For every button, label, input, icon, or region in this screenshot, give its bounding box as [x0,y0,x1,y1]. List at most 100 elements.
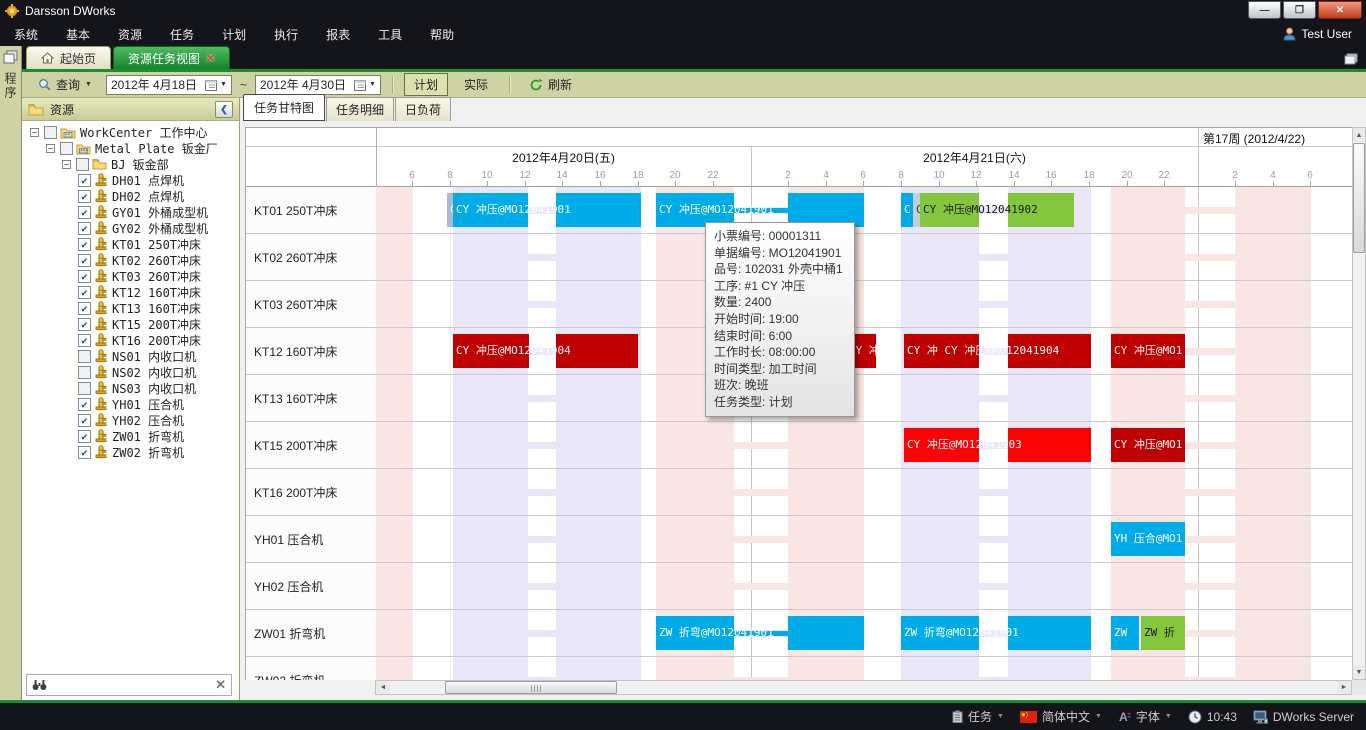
scroll-down-arrow[interactable]: ▼ [1353,665,1365,679]
menu-item-执行[interactable]: 执行 [260,22,312,46]
refresh-button[interactable]: 刷新 [521,73,580,96]
gantt-task-bar[interactable]: CY 冲压@MO1 [1111,334,1185,368]
vertical-scroll-thumb[interactable] [1353,143,1365,253]
tree-checkbox[interactable] [44,126,57,139]
tree-checkbox[interactable]: ✔ [78,286,91,299]
gantt-task-bar[interactable]: ZW 折弯@MO12041901 [656,616,864,650]
tree-checkbox[interactable]: ✔ [78,270,91,283]
query-button[interactable]: 查询 ▼ [30,73,100,96]
minimize-button[interactable]: — [1248,1,1281,19]
gantt-task-bar[interactable]: C [901,193,913,227]
gantt-task-bar[interactable]: ZW [1111,616,1139,650]
scroll-right-arrow[interactable]: ► [1337,681,1351,694]
gantt-task-bar[interactable]: ZW 折 [1141,616,1185,650]
horizontal-scroll-thumb[interactable] [445,681,617,694]
tree-item-YH01[interactable]: ✔YH01 压合机 [22,396,239,412]
tree-item-KT12[interactable]: ✔KT12 160T冲床 [22,284,239,300]
gantt-task-bar[interactable]: CY 冲压@MO1 [1111,428,1185,462]
tree-item-BJ[interactable]: −BJ 钣金部 [22,156,239,172]
date-from-field[interactable]: 2012年 4月18日 ▼ [106,75,232,95]
tab-起始页[interactable]: 起始页 [26,46,111,69]
tree-item-ZW02[interactable]: ✔ZW02 折弯机 [22,444,239,460]
tree-checkbox[interactable]: ✔ [78,414,91,427]
close-button[interactable]: ✕ [1318,1,1362,19]
tree-item-KT01[interactable]: ✔KT01 250T冲床 [22,236,239,252]
tree-checkbox[interactable] [78,382,91,395]
restore-button[interactable]: ❐ [1283,1,1316,19]
status-简体中文[interactable]: 简体中文▼ [1020,708,1102,725]
tree-checkbox[interactable]: ✔ [78,334,91,347]
program-side-strip[interactable]: 程序 [0,46,22,700]
menu-item-资源[interactable]: 资源 [104,22,156,46]
actual-toggle[interactable]: 实际 [454,73,498,96]
close-filter-icon[interactable]: ✕ [215,677,226,693]
chevron-down-icon[interactable]: ▼ [997,713,1004,720]
tree-filter-bar[interactable]: ✕ [26,674,232,696]
tree-item-GY02[interactable]: ✔GY02 外桶成型机 [22,220,239,236]
vertical-scrollbar[interactable]: ▲ ▼ [1352,127,1366,680]
menu-item-帮助[interactable]: 帮助 [416,22,468,46]
tree-checkbox[interactable]: ✔ [78,318,91,331]
gantt-task-bar[interactable]: C [913,193,920,227]
view-tab-任务明细[interactable]: 任务明细 [326,97,394,121]
scroll-left-arrow[interactable]: ◄ [376,681,390,694]
tree-checkbox[interactable]: ✔ [78,238,91,251]
gantt-task-bar[interactable]: YH 压合@MO1 [1111,522,1185,556]
tree-item-KT03[interactable]: ✔KT03 260T冲床 [22,268,239,284]
tree-checkbox[interactable] [78,366,91,379]
tree-item-ZW01[interactable]: ✔ZW01 折弯机 [22,428,239,444]
tree-checkbox[interactable]: ✔ [78,430,91,443]
tree-checkbox[interactable]: ✔ [78,190,91,203]
tree-item-NS03[interactable]: NS03 内收口机 [22,380,239,396]
tree-item-KT02[interactable]: ✔KT02 260T冲床 [22,252,239,268]
tree-checkbox[interactable]: ✔ [78,222,91,235]
menu-item-基本[interactable]: 基本 [52,22,104,46]
tab-资源任务视图[interactable]: 资源任务视图✕ [113,46,230,69]
menu-item-任务[interactable]: 任务 [156,22,208,46]
tree-checkbox[interactable] [60,142,73,155]
status-任务[interactable]: 任务▼ [952,708,1004,725]
tree-expander-icon[interactable]: − [62,160,71,169]
tree-checkbox[interactable] [78,350,91,363]
plan-toggle[interactable]: 计划 [404,73,448,96]
tree-checkbox[interactable]: ✔ [78,398,91,411]
tree-item-DH02[interactable]: ✔DH02 点焊机 [22,188,239,204]
close-tab-icon[interactable]: ✕ [206,52,215,65]
tree-checkbox[interactable]: ✔ [78,446,91,459]
menu-item-工具[interactable]: 工具 [364,22,416,46]
tree-item-NS01[interactable]: NS01 内收口机 [22,348,239,364]
tree-item-DH01[interactable]: ✔DH01 点焊机 [22,172,239,188]
chevron-down-icon[interactable]: ▼ [1165,713,1172,720]
chevron-down-icon[interactable]: ▼ [1095,713,1102,720]
tree-expander-icon[interactable]: − [46,144,55,153]
tree-checkbox[interactable]: ✔ [78,254,91,267]
windows-list-icon[interactable] [1344,53,1358,65]
menu-item-计划[interactable]: 计划 [208,22,260,46]
tree-checkbox[interactable]: ✔ [78,302,91,315]
gantt-task-bar[interactable]: CY 冲 CY 冲压@MO12041904 [904,334,1091,368]
gantt-task-bar[interactable]: ZW 折弯@MO12041901 [901,616,1091,650]
tree-item-NS02[interactable]: NS02 内收口机 [22,364,239,380]
scroll-up-arrow[interactable]: ▲ [1353,128,1365,142]
view-tab-任务甘特图[interactable]: 任务甘特图 [243,94,325,121]
view-tab-日负荷[interactable]: 日负荷 [395,97,451,121]
menu-item-报表[interactable]: 报表 [312,22,364,46]
tree-item-KT13[interactable]: ✔KT13 160T冲床 [22,300,239,316]
tree-checkbox[interactable] [76,158,89,171]
status-字体[interactable]: A字体▼ [1118,708,1172,725]
tree-item-GY01[interactable]: ✔GY01 外桶成型机 [22,204,239,220]
gantt-task-bar[interactable]: CY 冲压@MO12041901 [453,193,641,227]
tree-item-YH02[interactable]: ✔YH02 压合机 [22,412,239,428]
tree-checkbox[interactable]: ✔ [78,206,91,219]
gantt-task-bar[interactable]: CY 冲压@MO12041902 [920,193,1074,227]
tree-item-WorkCenter[interactable]: −WorkCenter 工作中心 [22,124,239,140]
tree-item-Metal[interactable]: −Metal Plate 钣金厂 [22,140,239,156]
collapse-panel-button[interactable]: ❮ [215,101,233,118]
tree-item-KT15[interactable]: ✔KT15 200T冲床 [22,316,239,332]
gantt-task-bar[interactable]: CY 冲压@MO12041903 [904,428,1091,462]
menu-item-系统[interactable]: 系统 [0,22,52,46]
horizontal-scrollbar[interactable]: ◄ ► [375,680,1352,695]
tree-item-KT16[interactable]: ✔KT16 200T冲床 [22,332,239,348]
tree-checkbox[interactable]: ✔ [78,174,91,187]
date-to-field[interactable]: 2012年 4月30日 ▼ [255,75,381,95]
